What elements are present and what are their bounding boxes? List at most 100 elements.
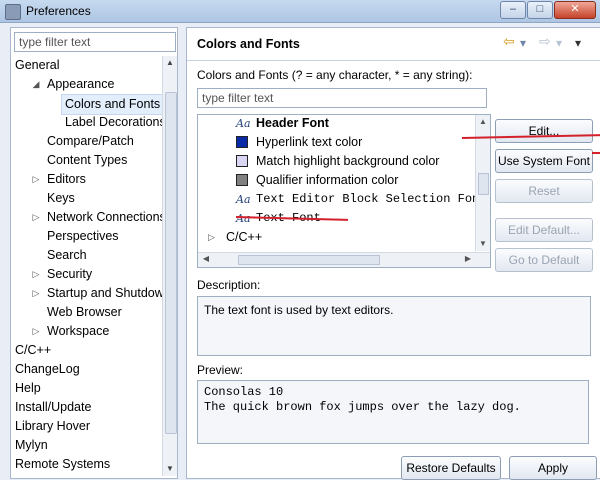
color-swatch-icon <box>236 136 248 148</box>
tree-item[interactable]: ◢ Appearance <box>11 75 161 94</box>
colors-fonts-entry[interactable]: Aa Text Editor Block Selection Font <box>198 190 488 209</box>
preview-line: Consolas 10 <box>204 385 284 399</box>
tree-item[interactable]: Compare/Patch <box>11 132 161 151</box>
back-arrow-icon[interactable]: ⇦ <box>503 33 515 50</box>
tree-item-label: Network Connections <box>47 210 166 224</box>
tree-item[interactable]: ▷ Startup and Shutdown <box>11 284 171 303</box>
colors-fonts-entry-label: Match highlight background color <box>256 154 440 168</box>
preview-label: Preview: <box>197 363 244 377</box>
scroll-down-arrow-icon[interactable]: ▼ <box>477 238 489 250</box>
colors-fonts-entry-label: Text Editor Block Selection Font <box>256 192 487 206</box>
forward-menu-chevron-icon[interactable]: ▾ <box>556 36 562 50</box>
tree-item[interactable]: Search <box>11 246 161 265</box>
preferences-tree-pane: type filter text General ◢ Appearance Color… <box>10 27 178 479</box>
scroll-right-arrow-icon[interactable]: ▶ <box>462 253 474 265</box>
scroll-up-arrow-icon[interactable]: ▲ <box>477 116 489 128</box>
list-scroll-thumb[interactable] <box>478 173 489 195</box>
scroll-up-arrow-icon[interactable]: ▲ <box>163 56 177 70</box>
color-swatch-icon <box>236 174 248 186</box>
tree-item-label: ChangeLog <box>15 362 80 376</box>
tree-item[interactable]: Keys <box>11 189 161 208</box>
tree-item-label: Editors <box>47 172 86 186</box>
tree-item[interactable]: ▷ Editors <box>11 170 161 189</box>
tree-item-label: C/C++ <box>15 343 52 357</box>
colors-fonts-entry[interactable]: Match highlight background color <box>198 152 488 171</box>
forward-arrow-icon[interactable]: ⇨ <box>539 33 551 50</box>
window-title: Preferences <box>26 4 91 18</box>
tree-item-label: Security <box>47 267 93 281</box>
page-header: Colors and Fonts ⇦ ▾ ⇨ ▾ ▾ <box>187 28 600 61</box>
tree-item[interactable]: ChangeLog <box>11 360 161 379</box>
maximize-button[interactable]: □ <box>527 1 553 19</box>
view-menu-chevron-icon[interactable]: ▾ <box>575 36 581 50</box>
tree-item[interactable]: Colors and Fonts <box>11 94 165 115</box>
scroll-down-arrow-icon[interactable]: ▼ <box>163 462 177 476</box>
back-menu-chevron-icon[interactable]: ▾ <box>520 36 526 50</box>
colors-fonts-entry[interactable]: ▷ C/C++ <box>198 228 488 247</box>
colors-fonts-tree: Aa Header Font Hyperlink text color Match h… <box>197 114 491 268</box>
tree-item[interactable]: Label Decorations <box>11 113 166 132</box>
tree-item-label: Library Hover <box>15 419 91 433</box>
colors-fonts-entry-label: Qualifier information color <box>256 173 399 187</box>
expanded-arrow-icon[interactable]: ◢ <box>31 75 41 94</box>
tree-item-label: Mylyn <box>15 438 48 452</box>
tree-filter-input[interactable]: type filter text <box>14 32 176 52</box>
colors-fonts-filter-input[interactable]: type filter text <box>197 88 487 108</box>
tree-item[interactable]: ▷ Security <box>11 265 161 284</box>
collapsed-arrow-icon[interactable]: ▷ <box>31 322 41 341</box>
tree-item[interactable]: General <box>11 56 161 75</box>
tree-item[interactable]: C/C++ <box>11 341 161 360</box>
category-folder-icon: ▷ <box>208 232 215 242</box>
tree-item[interactable]: Content Types <box>11 151 161 170</box>
tree-item-label: Startup and Shutdown <box>47 286 171 300</box>
apply-button[interactable]: Apply <box>509 456 597 480</box>
colors-fonts-entry[interactable]: Qualifier information color <box>198 171 488 190</box>
list-vertical-scrollbar[interactable]: ▲ ▼ <box>475 115 490 251</box>
close-button[interactable]: ✕ <box>554 1 596 19</box>
description-text: The text font is used by text editors. <box>204 303 394 317</box>
tree-item-label: Label Decorations <box>65 115 166 129</box>
tree-item[interactable]: Perspectives <box>11 227 161 246</box>
list-horizontal-scrollbar[interactable]: ◀ ▶ <box>198 252 490 267</box>
colors-fonts-entry-label: C/C++ <box>226 230 263 244</box>
tree-item-label: Appearance <box>47 77 115 91</box>
scroll-left-arrow-icon[interactable]: ◀ <box>200 253 212 265</box>
tree-item[interactable]: ▷ Network Connections <box>11 208 166 227</box>
tree-item[interactable]: Install/Update <box>11 398 161 417</box>
tree-item[interactable]: Mylyn <box>11 436 161 455</box>
collapsed-arrow-icon[interactable]: ▷ <box>31 208 41 227</box>
tree-scroll-thumb[interactable] <box>165 92 177 434</box>
tree-item-label: General <box>15 58 60 72</box>
minimize-button[interactable]: – <box>500 1 526 19</box>
collapsed-arrow-icon[interactable]: ▷ <box>31 265 41 284</box>
tree-item[interactable]: ▷ Workspace <box>11 322 161 341</box>
use-system-font-button[interactable]: Use System Font <box>495 149 593 173</box>
preferences-tree: General ◢ Appearance Colors and Fonts Label … <box>11 56 171 474</box>
colors-fonts-entry-label: Hyperlink text color <box>256 135 363 149</box>
collapsed-arrow-icon[interactable]: ▷ <box>31 170 41 189</box>
tree-item-label: Workspace <box>47 324 110 338</box>
tree-item-label: Colors and Fonts <box>61 94 165 115</box>
colors-and-fonts-page: Colors and Fonts ⇦ ▾ ⇨ ▾ ▾ Colors and Fo… <box>186 27 600 480</box>
colors-fonts-entry[interactable]: Hyperlink text color <box>198 133 488 152</box>
tree-item[interactable]: Remote Systems <box>11 455 161 474</box>
tree-vertical-scrollbar[interactable]: ▲ ▼ <box>162 56 177 476</box>
tree-item[interactable]: Library Hover <box>11 417 161 436</box>
colors-fonts-entry[interactable]: Aa Header Font <box>198 115 488 133</box>
collapsed-arrow-icon[interactable]: ▷ <box>31 284 41 303</box>
restore-defaults-button[interactable]: Restore Defaults <box>401 456 501 480</box>
tree-item-label: Compare/Patch <box>47 134 134 148</box>
reset-button[interactable]: Reset <box>495 179 593 203</box>
tree-item-label: Perspectives <box>47 229 119 243</box>
tree-item[interactable]: Web Browser <box>11 303 161 322</box>
edit-default-button[interactable]: Edit Default... <box>495 218 593 242</box>
go-to-default-button[interactable]: Go to Default <box>495 248 593 272</box>
tree-item-label: Install/Update <box>15 400 92 414</box>
tree-item[interactable]: Help <box>11 379 161 398</box>
colors-fonts-hint-label: Colors and Fonts (? = any character, * =… <box>197 68 473 82</box>
tree-item-label: Content Types <box>47 153 128 167</box>
list-hscroll-thumb[interactable] <box>238 255 380 265</box>
font-aa-icon: Aa <box>236 193 251 206</box>
font-aa-icon: Aa <box>236 117 251 130</box>
edit-button[interactable]: Edit... <box>495 119 593 143</box>
